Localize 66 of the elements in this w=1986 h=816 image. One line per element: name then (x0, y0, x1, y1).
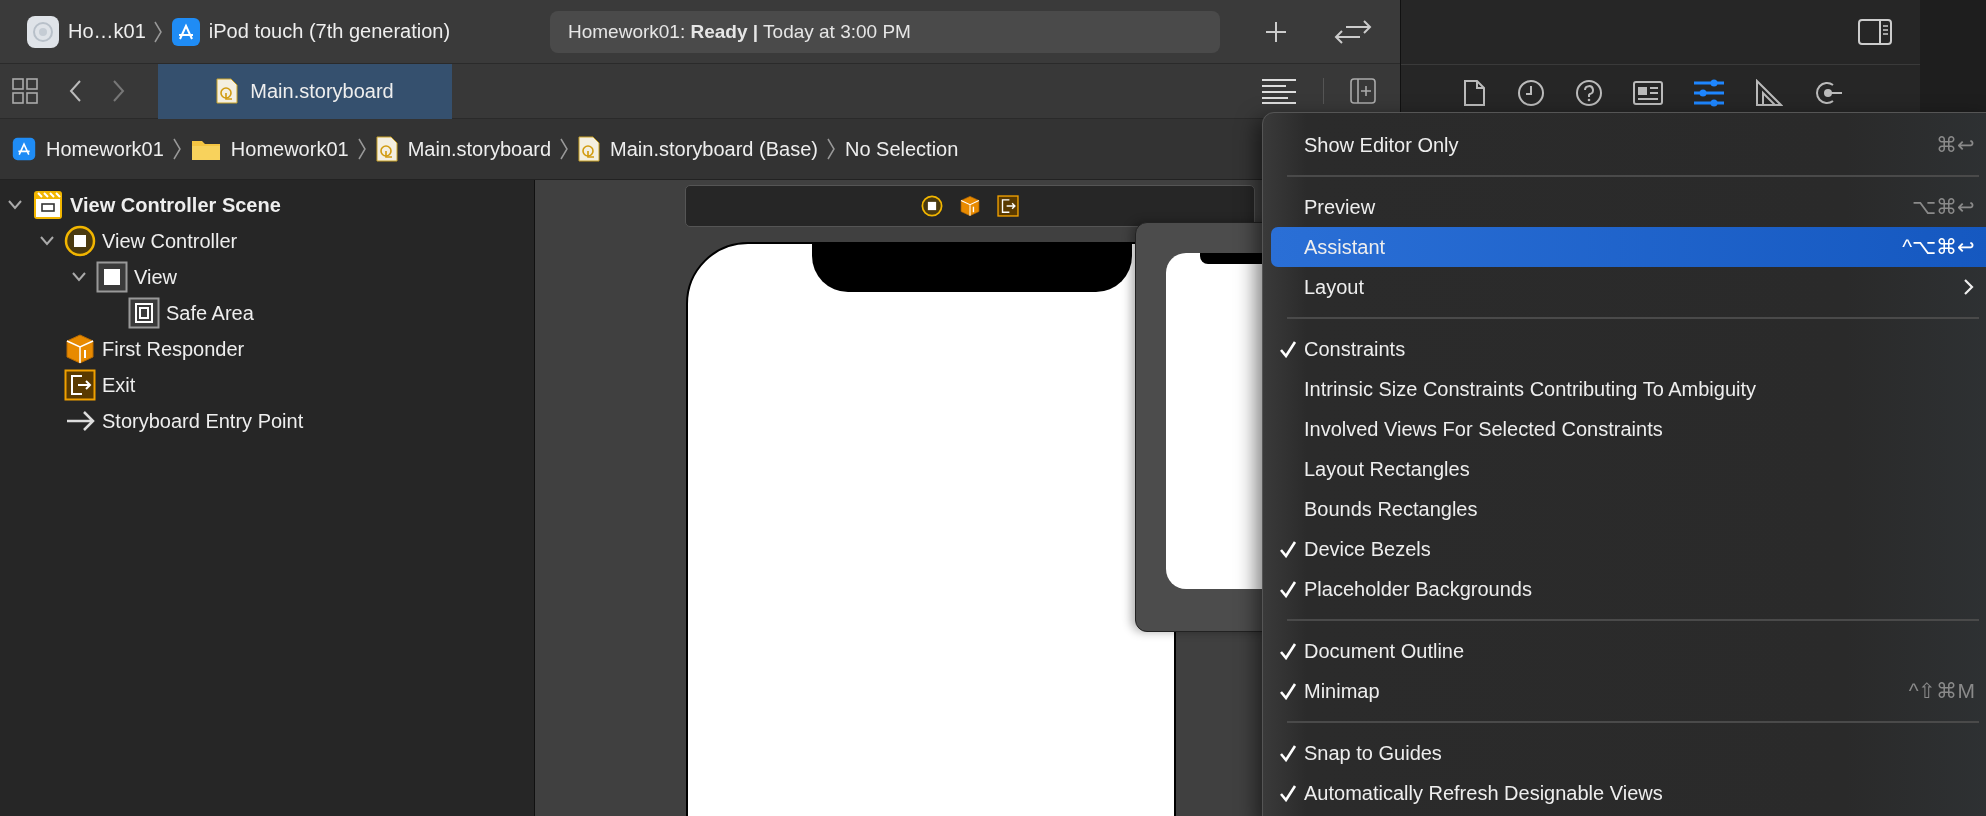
outline-item[interactable]: Exit (102, 373, 136, 397)
chevron-icon (826, 138, 836, 160)
nested-square-icon (128, 297, 160, 329)
scheme-name[interactable]: Ho…k01 (68, 20, 146, 43)
menu-item[interactable]: Constraints (1271, 329, 1986, 369)
project-icon (12, 137, 36, 161)
path-item[interactable]: Main.storyboard (407, 137, 552, 161)
clock-icon[interactable] (1517, 78, 1545, 107)
path-item[interactable]: Homework01 (230, 137, 349, 161)
menu-item[interactable]: Layout (1271, 267, 1986, 307)
outline-item[interactable]: First Responder (102, 337, 245, 361)
menu-item[interactable]: Snap to Guides (1271, 733, 1986, 773)
sliders-icon[interactable] (1693, 78, 1725, 107)
exit-icon[interactable] (997, 195, 1019, 217)
text-lines-icon[interactable] (1261, 78, 1297, 104)
document-icon[interactable] (1463, 78, 1487, 107)
swap-arrows-icon[interactable] (1334, 18, 1372, 45)
disclosure-chevron-icon[interactable] (39, 235, 55, 247)
menu-item[interactable]: Layout Rectangles (1271, 449, 1986, 489)
destination-name[interactable]: iPod touch (7th generation) (208, 20, 451, 43)
id-card-icon[interactable] (1633, 80, 1663, 105)
menu-item[interactable]: Device Bezels (1271, 529, 1986, 569)
sidebar-icon[interactable] (1858, 19, 1892, 45)
storyboard-file-icon (216, 78, 239, 104)
disclosure-chevron-icon[interactable] (71, 271, 87, 283)
path-item[interactable]: Main.storyboard (Base) (610, 137, 818, 161)
editor-tab[interactable]: Main.storyboard (158, 63, 452, 119)
storyboard-file-icon (375, 136, 398, 162)
chevron-icon (153, 20, 163, 43)
outline-item[interactable]: Safe Area (166, 301, 254, 325)
app-icon[interactable] (26, 14, 60, 49)
menu-item[interactable]: Intrinsic Size Constraints Contributing To Ambiguity (1271, 369, 1986, 409)
disclosure-chevron-icon[interactable] (7, 199, 23, 211)
menu-item[interactable]: Automatically Refresh Designable Views (1271, 773, 1986, 813)
back-icon[interactable] (68, 79, 82, 103)
exit-icon (64, 369, 96, 401)
storyboard-file-icon (578, 136, 601, 162)
outline-item[interactable]: View Controller (102, 229, 238, 253)
path-item[interactable]: Homework01 (46, 137, 164, 161)
menu-item[interactable]: Involved Views For Selected Constraints (1271, 409, 1986, 449)
chevron-icon (560, 138, 570, 160)
ruler-icon[interactable] (1755, 78, 1783, 107)
chevron-icon (172, 138, 182, 160)
cube-icon[interactable] (959, 195, 981, 217)
help-icon[interactable] (1575, 78, 1603, 107)
menu-item[interactable]: Placeholder Backgrounds (1271, 569, 1986, 609)
path-item[interactable]: No Selection (844, 137, 959, 161)
activity-status: Homework01: Ready | Today at 3:00 PM (568, 20, 911, 43)
app-store-icon[interactable] (170, 16, 201, 47)
square-icon (96, 261, 128, 293)
cube-icon (64, 333, 96, 365)
add-editor-icon[interactable] (1350, 78, 1376, 104)
menu-item[interactable]: Minimap ^⇧⌘M (1271, 671, 1986, 711)
menu-item[interactable]: Document Outline (1271, 631, 1986, 671)
outline-item[interactable]: View Controller Scene (70, 193, 281, 217)
chevron-icon (357, 138, 367, 160)
plus-icon[interactable] (1264, 19, 1288, 44)
scene-icon (32, 189, 64, 221)
menu-item[interactable]: Preview ⌥⌘↩ (1271, 187, 1986, 227)
menu-item[interactable]: Assistant ^⌥⌘↩ (1271, 227, 1986, 267)
outline-item[interactable]: Storyboard Entry Point (102, 409, 304, 433)
forward-icon[interactable] (112, 79, 126, 103)
menu-item[interactable]: Show Editor Only ⌘↩ (1271, 125, 1986, 165)
menu-item[interactable]: Bounds Rectangles (1271, 489, 1986, 529)
outline-item[interactable]: View (134, 265, 177, 289)
grid-icon[interactable] (12, 78, 38, 104)
